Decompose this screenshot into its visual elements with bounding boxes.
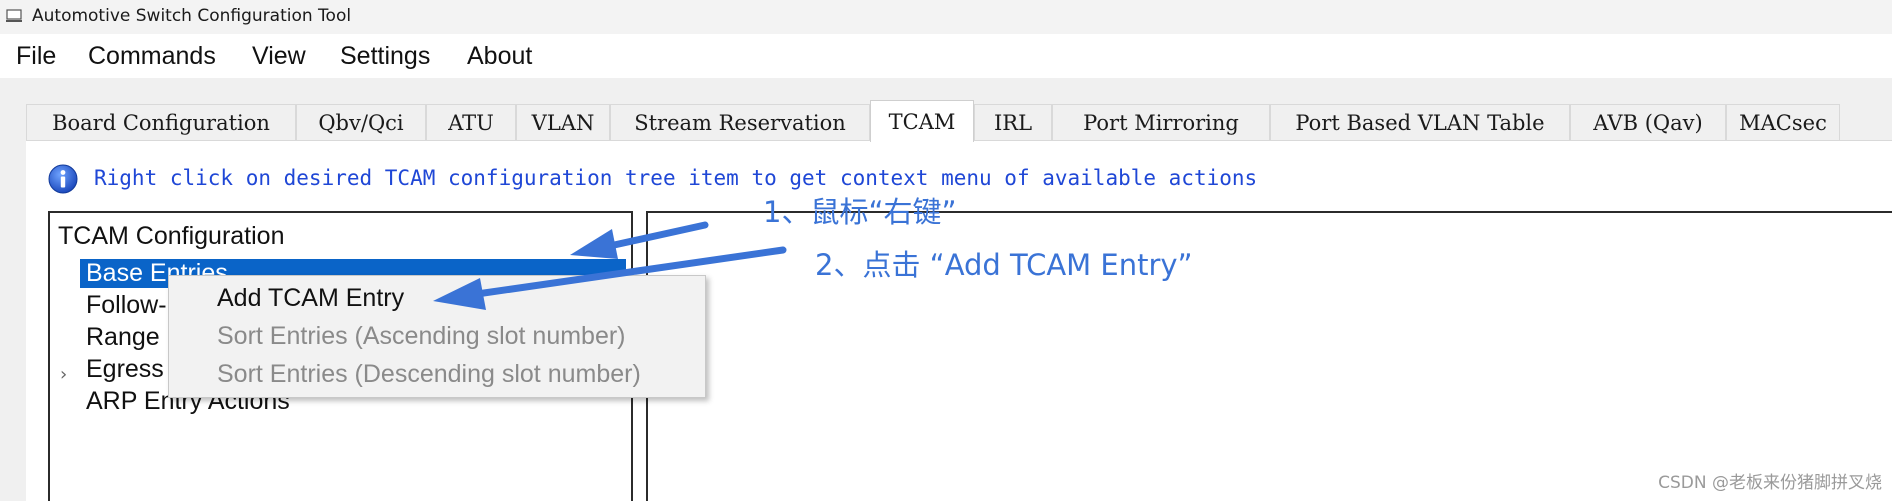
- context-menu: Add TCAM Entry Sort Entries (Ascending s…: [168, 275, 706, 398]
- annotation-step-2: 2、点击 “Add TCAM Entry”: [815, 248, 1193, 282]
- info-message: Right click on desired TCAM configuratio…: [94, 166, 1258, 190]
- menu-settings[interactable]: Settings: [340, 42, 430, 71]
- menu-item-sort-ascending[interactable]: Sort Entries (Ascending slot number): [217, 322, 626, 351]
- menu-item-add-tcam-entry[interactable]: Add TCAM Entry: [217, 284, 404, 313]
- menu-view[interactable]: View: [252, 42, 306, 71]
- tab-atu[interactable]: ATU: [426, 104, 516, 140]
- menu-about[interactable]: About: [467, 42, 532, 71]
- menu-bar: File Commands View Settings About: [0, 34, 1892, 78]
- title-bar: Automotive Switch Configuration Tool: [0, 0, 1892, 34]
- app-icon: [6, 9, 22, 22]
- tab-stream-reservation[interactable]: Stream Reservation: [610, 104, 870, 140]
- menu-file[interactable]: File: [16, 42, 56, 71]
- tab-avb-qav[interactable]: AVB (Qav): [1570, 104, 1726, 140]
- chevron-right-icon[interactable]: ›: [60, 364, 67, 385]
- tab-macsec[interactable]: MACsec: [1726, 104, 1840, 140]
- tree-item-follow[interactable]: Follow-: [86, 291, 167, 320]
- tab-vlan[interactable]: VLAN: [516, 104, 610, 140]
- tree-item-range[interactable]: Range: [86, 323, 160, 352]
- tree-item-egress[interactable]: Egress: [86, 355, 164, 384]
- tab-port-mirroring[interactable]: Port Mirroring: [1052, 104, 1270, 140]
- tab-qbv-qci[interactable]: Qbv/Qci: [296, 104, 426, 140]
- tab-port-based-vlan-table[interactable]: Port Based VLAN Table: [1270, 104, 1570, 140]
- tab-tcam[interactable]: TCAM: [870, 100, 974, 142]
- menu-commands[interactable]: Commands: [88, 42, 216, 71]
- tab-board-configuration[interactable]: Board Configuration: [26, 104, 296, 140]
- window-title: Automotive Switch Configuration Tool: [32, 6, 352, 26]
- tab-irl[interactable]: IRL: [974, 104, 1052, 140]
- tree-root[interactable]: TCAM Configuration: [58, 222, 284, 251]
- info-icon: [48, 164, 78, 194]
- menu-item-sort-descending[interactable]: Sort Entries (Descending slot number): [217, 360, 641, 389]
- annotation-step-1: 1、鼠标“右键”: [763, 195, 957, 229]
- watermark: CSDN @老板来份猪脚拼叉烧: [1658, 473, 1882, 493]
